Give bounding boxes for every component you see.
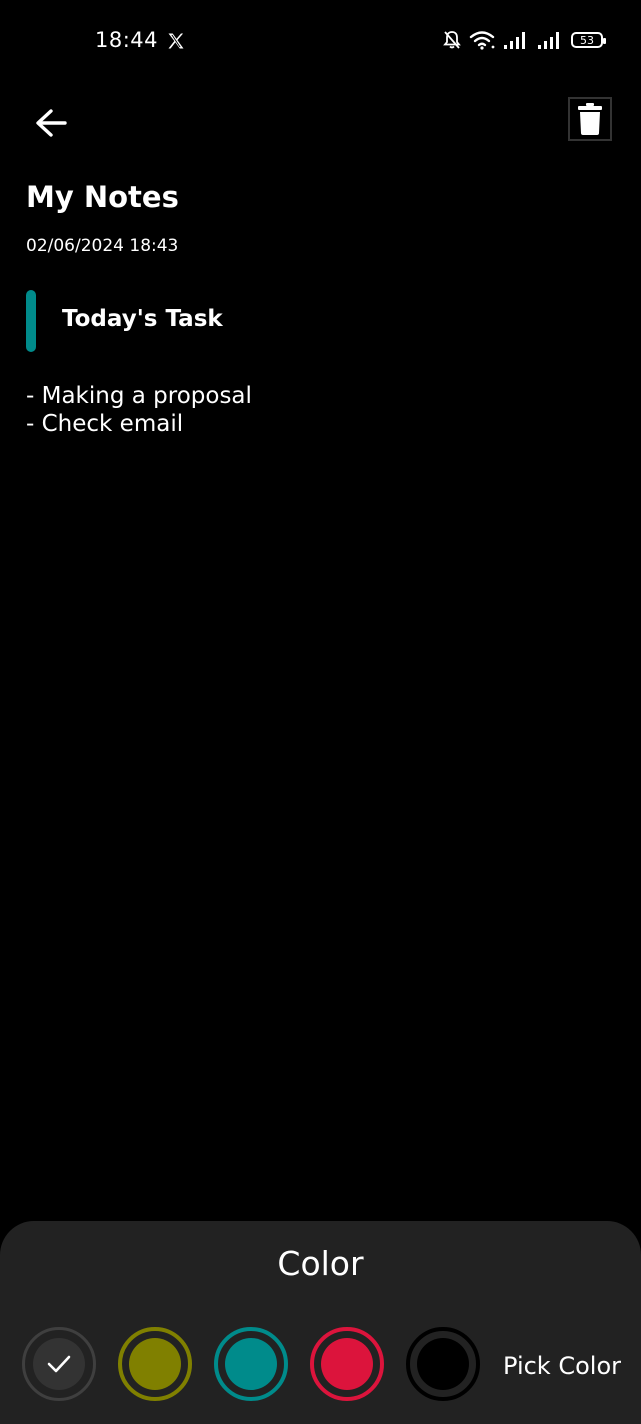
arrow-left-icon (36, 109, 67, 137)
x-icon (168, 33, 184, 49)
check-icon (47, 1355, 71, 1373)
wifi-icon (469, 31, 495, 50)
color-swatch-teal[interactable] (214, 1327, 288, 1401)
color-swatch-teal-fill (225, 1338, 277, 1390)
back-button[interactable] (32, 104, 70, 142)
signal-icon-1 (504, 32, 525, 49)
trash-icon (578, 103, 602, 135)
note-body[interactable]: - Making a proposal - Check email (26, 382, 252, 438)
color-swatch-black-fill (417, 1338, 469, 1390)
note-subtitle[interactable]: Today's Task (62, 306, 223, 332)
bell-off-icon (443, 31, 461, 49)
status-icons: 53 (443, 30, 606, 50)
color-picker-sheet: Color Pick Color (0, 1221, 641, 1424)
color-swatch-olive[interactable] (118, 1327, 192, 1401)
battery-icon: 53 (571, 32, 606, 48)
color-swatch-olive-fill (129, 1338, 181, 1390)
note-body-line: - Check email (26, 411, 184, 437)
color-swatch-dark[interactable] (22, 1327, 96, 1401)
pick-color-button[interactable]: Pick Color (503, 1352, 621, 1380)
color-sheet-title: Color (277, 1244, 364, 1283)
color-swatch-red-fill (321, 1338, 373, 1390)
subtitle-color-indicator (26, 290, 36, 352)
signal-icon-2 (538, 32, 559, 49)
note-title[interactable]: My Notes (26, 180, 179, 214)
color-swatch-black[interactable] (406, 1327, 480, 1401)
color-swatch-dark-fill (33, 1338, 85, 1390)
battery-level: 53 (580, 33, 594, 47)
delete-note-button[interactable] (568, 97, 612, 141)
status-time: 18:44 (95, 28, 159, 52)
color-swatch-red[interactable] (310, 1327, 384, 1401)
note-body-line: - Making a proposal (26, 383, 252, 409)
note-datetime: 02/06/2024 18:43 (26, 236, 179, 256)
status-bar: 18:44 53 (0, 0, 641, 80)
